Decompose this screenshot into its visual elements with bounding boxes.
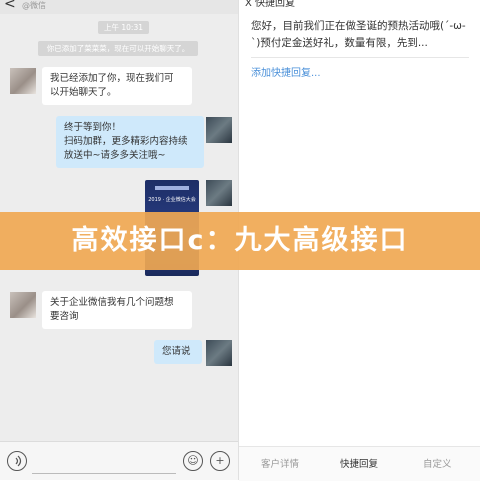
quick-reply-item[interactable]: 您好，目前我们正在做圣诞的预热活动哦(´-ω-`)预付定金送好礼，数量有限，先到… <box>251 18 471 52</box>
add-quick-reply-link[interactable]: 添加快捷回复... <box>251 64 321 79</box>
chat-header: < @微信 <box>0 0 238 14</box>
emoji-icon[interactable]: ☺ <box>183 451 203 471</box>
divider <box>251 57 469 58</box>
message-bubble[interactable]: 我已经添加了你，现在我们可 以开始聊天了。 <box>42 67 192 105</box>
plus-icon[interactable]: + <box>210 451 230 471</box>
tab-quick-reply[interactable]: 快捷回复 <box>340 456 378 470</box>
input-bar: ☺ + <box>0 441 238 480</box>
tab-customer-details[interactable]: 客户详情 <box>261 456 299 470</box>
banner-title: 高效接口c：九大高级接口 <box>71 225 409 256</box>
bottom-tabs: 客户详情 快捷回复 自定义 <box>239 446 480 481</box>
message-input[interactable] <box>32 451 176 474</box>
avatar[interactable] <box>206 180 232 206</box>
title-banner: 高效接口c：九大高级接口 <box>0 212 480 270</box>
avatar[interactable] <box>10 68 36 94</box>
message-bubble[interactable]: 终于等到你！ 扫码加群，更多精彩内容持续 放送中~请多多关注哦~ <box>56 116 204 168</box>
back-icon[interactable]: < <box>4 0 16 12</box>
poster-caption: 2019 · 企业微信大会 <box>148 197 196 203</box>
chat-header-label: @微信 <box>22 1 46 10</box>
timestamp: 上午 10:31 <box>98 21 149 34</box>
message-bubble[interactable]: 您请说 <box>154 340 202 364</box>
avatar[interactable] <box>10 292 36 318</box>
avatar[interactable] <box>206 117 232 143</box>
system-notice: 你已添加了菜菜菜，现在可以开始聊天了。 <box>38 41 198 56</box>
quick-reply-header: X 快捷回复 <box>245 0 296 9</box>
poster-logo <box>155 186 189 190</box>
voice-icon[interactable] <box>7 451 27 471</box>
avatar[interactable] <box>206 340 232 366</box>
message-bubble[interactable]: 关于企业微信我有几个问题想 要咨询 <box>42 291 192 329</box>
tab-custom[interactable]: 自定义 <box>423 456 452 470</box>
